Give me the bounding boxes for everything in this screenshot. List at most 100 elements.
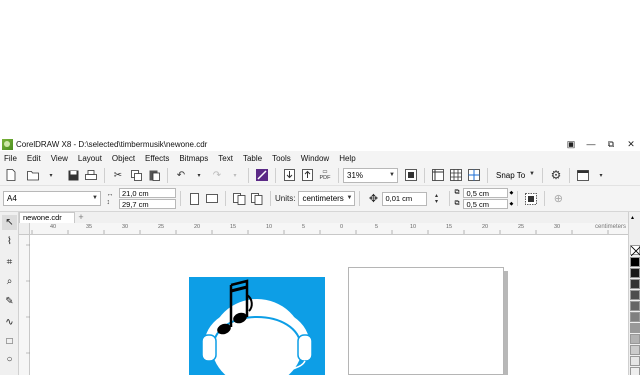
undo-icon[interactable]: ↶	[174, 167, 188, 183]
pick-tool-icon[interactable]: ↖	[2, 215, 17, 230]
undo-dropdown-icon[interactable]: ▾	[192, 167, 206, 183]
options-gear-icon[interactable]: ⚙	[549, 167, 563, 183]
palette-scroll-up-icon[interactable]: ▴	[631, 214, 634, 221]
export-icon[interactable]	[300, 167, 314, 183]
color-palette: ▴	[628, 212, 640, 375]
save-icon[interactable]	[66, 167, 80, 183]
zoom-level-combo[interactable]: 31% ▼	[343, 167, 398, 183]
landscape-icon[interactable]	[205, 191, 219, 207]
crop-tool-icon[interactable]: ⌗	[2, 255, 17, 270]
units-combo[interactable]: centimeters ▼	[298, 191, 356, 206]
palette-swatch[interactable]	[630, 356, 640, 366]
show-guidelines-icon[interactable]	[467, 167, 481, 183]
ruler-origin[interactable]	[19, 223, 30, 235]
minimize-button[interactable]: —	[584, 138, 598, 150]
palette-swatch[interactable]	[630, 334, 640, 344]
headphones-music-artwork[interactable]	[189, 277, 325, 375]
freehand-tool-icon[interactable]: ✎	[2, 294, 17, 309]
separator	[104, 167, 105, 183]
nudge-spinner[interactable]: ▴ ▾	[429, 191, 443, 207]
separator	[544, 191, 546, 206]
menu-edit[interactable]: Edit	[27, 154, 41, 163]
menu-effects[interactable]: Effects	[145, 154, 169, 163]
redo-icon[interactable]: ↷	[210, 167, 224, 183]
close-button[interactable]: ✕	[624, 138, 638, 150]
duplicate-y-field[interactable]: 0,5 cm	[463, 199, 509, 209]
application-launcher-icon[interactable]	[576, 167, 590, 183]
search-content-icon[interactable]	[255, 167, 269, 183]
snap-to-dropdown[interactable]: Snap To ▼	[492, 168, 538, 183]
artistic-media-tool-icon[interactable]: ∿	[2, 315, 17, 330]
ellipse-tool-icon[interactable]: ○	[2, 352, 17, 367]
menu-file[interactable]: File	[4, 154, 17, 163]
vertical-ruler[interactable]	[19, 235, 30, 375]
menu-window[interactable]: Window	[301, 154, 329, 163]
menu-help[interactable]: Help	[339, 154, 355, 163]
separator	[487, 167, 488, 183]
open-folder-icon[interactable]	[26, 167, 40, 183]
palette-swatch[interactable]	[630, 301, 640, 311]
menu-bitmaps[interactable]: Bitmaps	[179, 154, 208, 163]
menu-text[interactable]: Text	[218, 154, 233, 163]
shape-tool-icon[interactable]: ⌇	[2, 234, 17, 249]
paste-icon[interactable]	[147, 167, 161, 183]
units-label: Units:	[275, 194, 296, 203]
cut-icon[interactable]: ✂	[111, 167, 125, 183]
zoom-tool-icon[interactable]: ⌕	[2, 274, 17, 289]
palette-swatch[interactable]	[630, 345, 640, 355]
restore-button[interactable]: ⧉	[604, 138, 618, 150]
document-page[interactable]	[348, 267, 504, 375]
palette-swatch[interactable]	[630, 312, 640, 322]
page-size-combo[interactable]: A4 ▼	[3, 191, 101, 206]
palette-swatch[interactable]	[630, 323, 640, 333]
full-screen-icon[interactable]	[404, 167, 418, 183]
menu-tools[interactable]: Tools	[272, 154, 291, 163]
print-icon[interactable]	[84, 167, 98, 183]
duplicate-x-spinner[interactable]: ◆	[509, 190, 513, 196]
copy-icon[interactable]	[129, 167, 143, 183]
separator	[517, 191, 519, 206]
share-icon[interactable]: ▣	[564, 138, 578, 150]
add-preset-icon[interactable]: ⊕	[551, 191, 565, 207]
treat-as-filled-icon[interactable]	[524, 191, 538, 207]
redo-dropdown-icon[interactable]: ▾	[228, 167, 242, 183]
menu-view[interactable]: View	[51, 154, 68, 163]
show-grid-icon[interactable]	[449, 167, 463, 183]
rectangle-tool-icon[interactable]: □	[2, 334, 17, 349]
duplicate-x-field[interactable]: 0,5 cm	[463, 188, 509, 198]
page-dimensions: 21,0 cm 29,7 cm	[119, 188, 176, 209]
current-page-icon[interactable]	[250, 191, 264, 207]
no-color-swatch[interactable]	[630, 245, 640, 257]
duplicate-x-icon: ⧉	[454, 189, 460, 196]
portrait-icon[interactable]	[187, 191, 201, 207]
launcher-dropdown-icon[interactable]: ▾	[594, 167, 608, 183]
duplicate-y-spinner[interactable]: ◆	[509, 201, 513, 207]
palette-swatch[interactable]	[630, 257, 640, 267]
nudge-distance-field[interactable]: 0,01 cm	[382, 191, 428, 206]
menu-table[interactable]: Table	[243, 154, 262, 163]
show-rulers-icon[interactable]	[431, 167, 445, 183]
toolbox: ↖ ⌇ ⌗ ⌕ ✎ ∿ □ ○	[0, 212, 19, 375]
new-document-icon[interactable]	[4, 167, 18, 183]
document-tab[interactable]: newone.cdr	[19, 212, 75, 223]
horizontal-ruler[interactable]: 40 35 30 25 20 15 10 5 0 5 10 15 20 25 3…	[30, 223, 628, 235]
palette-swatch[interactable]	[630, 279, 640, 289]
drawing-canvas[interactable]	[30, 235, 628, 375]
palette-swatch[interactable]	[630, 290, 640, 300]
all-pages-icon[interactable]	[232, 191, 246, 207]
separator	[248, 167, 249, 183]
snap-to-label: Snap To	[496, 170, 526, 180]
add-document-tab-button[interactable]: +	[76, 212, 86, 223]
palette-swatch[interactable]	[630, 268, 640, 278]
palette-swatch[interactable]	[630, 367, 640, 375]
nudge-distance-icon: ✥	[368, 193, 379, 205]
units-value: centimeters	[302, 194, 344, 203]
import-icon[interactable]	[282, 167, 296, 183]
menu-layout[interactable]: Layout	[78, 154, 102, 163]
menu-object[interactable]: Object	[112, 154, 135, 163]
open-dropdown-icon[interactable]: ▾	[44, 167, 58, 183]
page-height-field[interactable]: 29,7 cm	[119, 199, 176, 209]
chevron-down-icon: ▼	[529, 170, 535, 177]
publish-pdf-button[interactable]: ▭ PDF	[318, 167, 332, 183]
page-width-field[interactable]: 21,0 cm	[119, 188, 176, 198]
